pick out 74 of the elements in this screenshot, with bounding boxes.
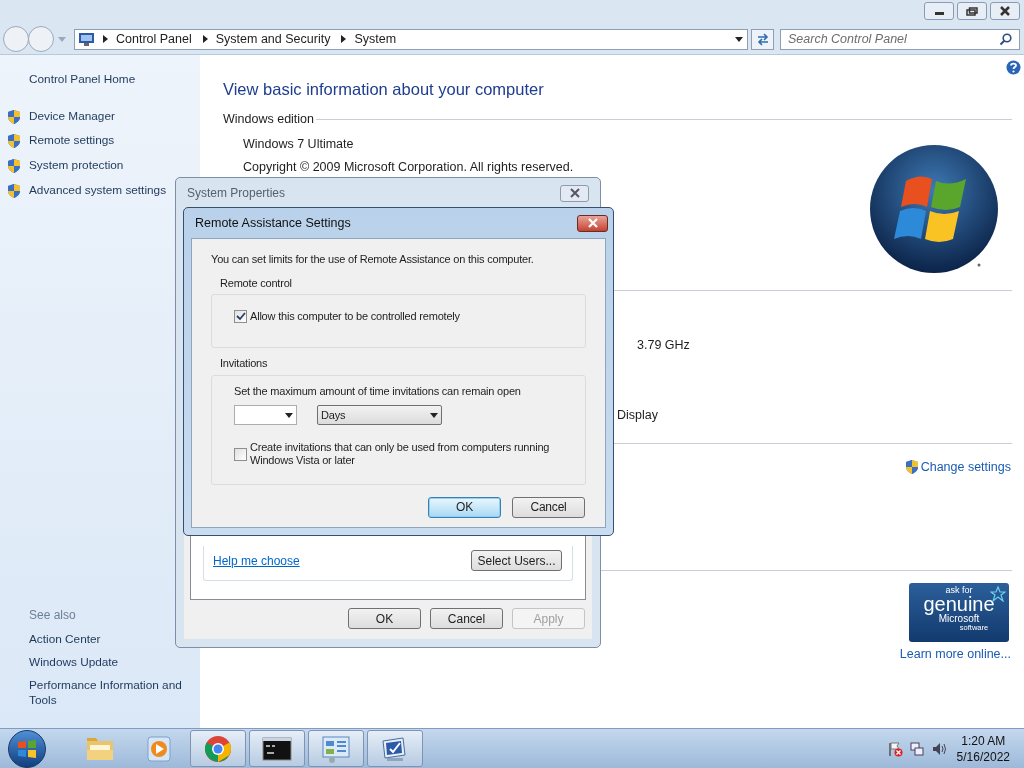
clock[interactable]: 1:20 AM 5/16/2022: [956, 732, 1010, 765]
checkmark-icon: [235, 312, 246, 321]
minimize-button[interactable]: [924, 2, 954, 20]
checkbox-label[interactable]: Create invitations that can only be used from computers running Windows Vista or later: [250, 441, 575, 467]
edition-text: Windows 7 Ultimate: [243, 135, 355, 153]
section-heading: Windows edition: [223, 110, 314, 128]
badge-text: genuine: [923, 594, 995, 615]
dropdown-caret-icon[interactable]: [733, 34, 745, 44]
dialog-button[interactable]: Cancel: [430, 608, 503, 629]
flag-alert-icon[interactable]: [886, 740, 903, 757]
sidebar-task-link[interactable]: Remote settings: [29, 132, 115, 151]
maximize-icon: [966, 6, 978, 16]
dialog-title: System Properties: [187, 185, 287, 202]
close-icon: [568, 188, 581, 198]
checkbox[interactable]: [234, 310, 247, 323]
help-icon[interactable]: [1006, 60, 1021, 75]
network-icon[interactable]: [908, 740, 925, 757]
start-button[interactable]: [8, 729, 46, 768]
flag-icon: [16, 737, 38, 760]
search-icon[interactable]: [999, 32, 1012, 46]
display-text: Display: [617, 406, 659, 424]
invitation-prompt-text: Set the maximum amount of time invitations can remain open: [234, 383, 522, 399]
page-heading: View basic information about your computer: [223, 79, 545, 100]
computer-icon: [78, 31, 96, 47]
processor-speed-text: 3.79 GHz: [637, 337, 691, 354]
dialog-button[interactable]: OK: [428, 496, 501, 518]
sidebar-link[interactable]: Windows Update: [29, 655, 194, 670]
shield-icon: [904, 458, 919, 475]
breadcrumb-arrow-icon[interactable]: [201, 34, 210, 44]
close-button[interactable]: [990, 2, 1020, 20]
dialog-title: Remote Assistance Settings: [195, 214, 352, 232]
dialog-button[interactable]: OK: [348, 608, 421, 629]
minimize-icon: [934, 12, 944, 15]
breadcrumb-link[interactable]: System: [354, 29, 397, 49]
taskbar-button[interactable]: [249, 730, 305, 767]
breadcrumb-link[interactable]: System and Security: [215, 29, 331, 49]
change-settings-link[interactable]: Change settings: [920, 457, 1011, 477]
close-button[interactable]: [577, 214, 608, 232]
sidebar-task-link[interactable]: Advanced system settings: [29, 181, 167, 200]
select-users-button[interactable]: Select Users...: [471, 550, 562, 571]
sidebar-link[interactable]: Performance Information and Tools: [29, 678, 194, 708]
help-link[interactable]: Help me choose: [213, 551, 300, 570]
shield-icon: [7, 108, 21, 125]
group-legend: Invitations: [220, 355, 586, 372]
breadcrumb-arrow-icon[interactable]: [102, 34, 110, 44]
dialog-button[interactable]: Cancel: [512, 496, 585, 518]
refresh-button[interactable]: [751, 28, 774, 50]
checkbox[interactable]: [234, 447, 247, 461]
close-icon: [1000, 6, 1010, 16]
clock-time: 1:20 AM: [961, 732, 1006, 749]
breadcrumb-link[interactable]: Control Panel: [116, 29, 192, 49]
search-field[interactable]: Search Control Panel: [780, 28, 1020, 50]
sidebar-link[interactable]: Control Panel Home: [29, 71, 200, 89]
address-field[interactable]: Control Panel System and Security System: [74, 28, 748, 50]
maximize-button[interactable]: [957, 2, 987, 20]
group-legend: Remote control: [220, 274, 586, 291]
clock-date: 5/16/2022: [956, 748, 1010, 765]
badge-text: ask for: [945, 586, 973, 596]
dropdown-caret-icon: [430, 412, 438, 418]
close-icon: [586, 218, 599, 228]
copyright-text: Copyright © 2009 Microsoft Corporation. All rights reserved.: [243, 159, 575, 177]
learn-more-link[interactable]: Learn more online...: [899, 645, 1011, 664]
dropdown-caret-icon: [285, 412, 293, 418]
shield-icon: [7, 157, 21, 174]
search-input[interactable]: Search Control Panel: [788, 29, 999, 49]
sidebar-task-link[interactable]: Device Manager: [29, 107, 115, 126]
close-button[interactable]: [560, 184, 589, 202]
sidebar-task-link[interactable]: System protection: [29, 157, 124, 175]
shield-icon: [7, 182, 21, 199]
see-also-heading: See also: [29, 607, 77, 624]
shield-icon: [7, 133, 21, 150]
badge-text: Microsoft: [938, 614, 980, 625]
intro-text: You can set limits for the use of Remote Assistance on this computer.: [211, 252, 535, 267]
unit-dropdown[interactable]: Days: [317, 405, 442, 425]
